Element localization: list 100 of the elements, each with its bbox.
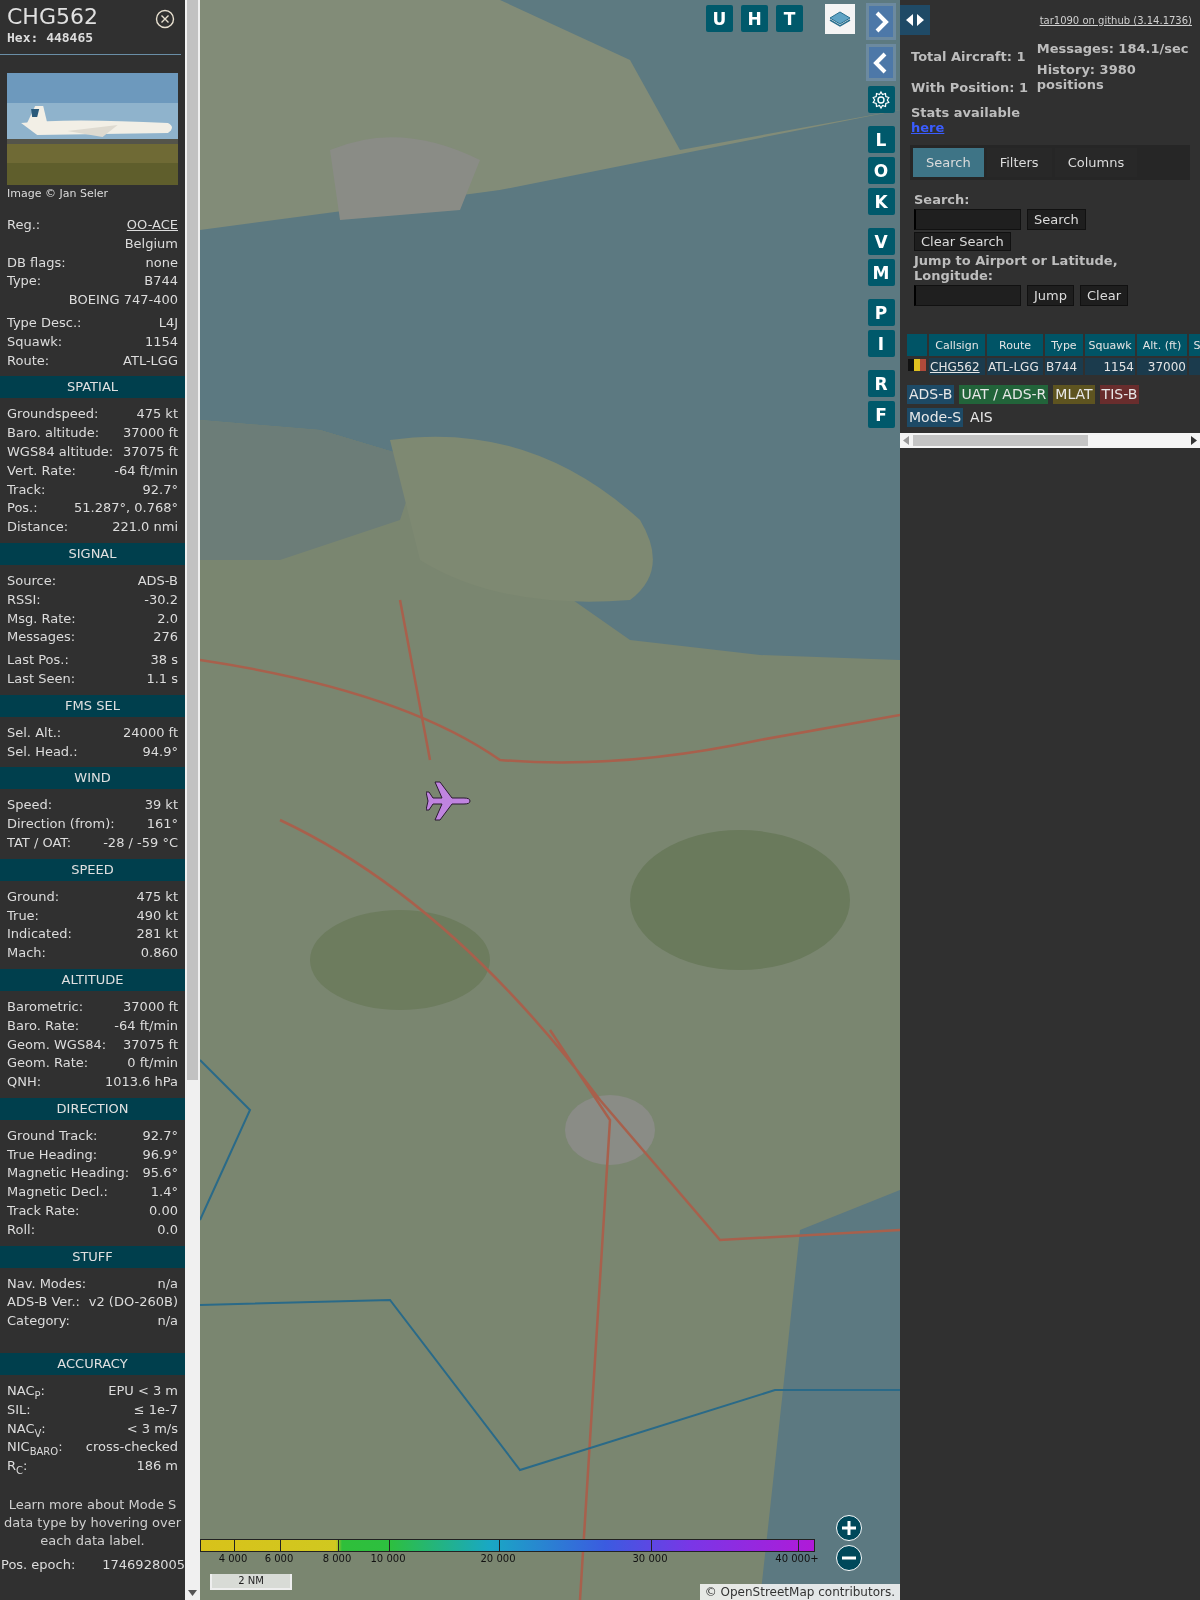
field-label: Category: xyxy=(7,1312,70,1331)
callsign-link[interactable]: CHG562 xyxy=(929,358,985,375)
field-label: Magnetic Heading: xyxy=(7,1164,130,1183)
field-label: Mach: xyxy=(7,944,46,963)
search-field[interactable] xyxy=(914,209,1021,230)
map-button[interactable]: T xyxy=(776,5,803,32)
expand-button[interactable] xyxy=(866,3,896,40)
map-button[interactable]: R xyxy=(867,370,895,397)
field-value: 276 xyxy=(153,628,178,647)
field-value: 1746928005 xyxy=(102,1556,185,1575)
scrollbar[interactable] xyxy=(900,433,1200,448)
field-label: NAC$_{P}$: xyxy=(7,1382,45,1401)
field-label: Nav. Modes: xyxy=(7,1274,87,1293)
collapse-button[interactable] xyxy=(866,44,896,81)
registration-link[interactable]: OO-ACE xyxy=(126,216,178,235)
field-value: 490 kt xyxy=(136,906,178,925)
field-value: 281 kt xyxy=(136,925,178,944)
airplane-icon[interactable] xyxy=(426,780,472,822)
map-button[interactable]: M xyxy=(867,259,895,286)
map-button[interactable]: L xyxy=(867,126,895,153)
field-value: v2 (DO-260B) xyxy=(88,1293,178,1312)
field-value: -28 / -59 °C xyxy=(103,833,178,852)
clear-button[interactable]: Clear xyxy=(1080,285,1128,306)
field-value: ADS-B xyxy=(137,571,178,590)
field-label: Track: xyxy=(7,480,46,499)
field-label: Magnetic Decl.: xyxy=(7,1183,108,1202)
map-button[interactable]: H xyxy=(741,5,768,32)
field-label: Sel. Head.: xyxy=(7,742,78,761)
field-value: 1.4° xyxy=(150,1183,178,1202)
field-value: 186 m xyxy=(136,1457,178,1476)
field-value: 0.00 xyxy=(149,1202,178,1221)
settings-icon xyxy=(871,89,891,110)
field-label: Type Desc.: xyxy=(7,314,82,332)
field-value: -64 ft/min xyxy=(114,461,178,480)
field-value: L4J xyxy=(158,314,178,332)
clear-search-button[interactable]: Clear Search xyxy=(914,232,1011,251)
settings-button[interactable] xyxy=(867,86,895,113)
stat-text: Messages: 184.1/sec xyxy=(1036,41,1190,56)
map-button[interactable]: U xyxy=(706,5,733,32)
field-value: B744 xyxy=(144,272,178,291)
field-value: 94.9° xyxy=(142,742,178,761)
field-label: Speed: xyxy=(7,796,53,815)
column-header[interactable]: Alt. (ft) xyxy=(1137,334,1187,356)
jump-field[interactable] xyxy=(914,285,1021,306)
source-tag: ADS-B xyxy=(907,385,955,404)
field-label: Baro. altitude: xyxy=(7,424,100,443)
map-button[interactable]: F xyxy=(867,401,895,428)
scroll-arrow-icon[interactable] xyxy=(188,1590,197,1596)
field-label: QNH: xyxy=(7,1073,42,1092)
stat-text: Total Aircraft: 1 xyxy=(911,49,1027,64)
legend-label: 20 000 xyxy=(480,1553,516,1564)
field-value: 0.860 xyxy=(140,944,178,963)
field-label: Msg. Rate: xyxy=(7,609,76,628)
github-link[interactable]: tar1090 on github (3.14.1736) xyxy=(1039,15,1192,26)
field-label: Ground: xyxy=(7,887,60,906)
field-value: cross-checked xyxy=(85,1438,178,1457)
tab[interactable]: Search xyxy=(913,148,984,177)
column-header[interactable]: Route xyxy=(987,334,1043,356)
field-label: Pos. epoch: xyxy=(1,1556,76,1575)
map-button[interactable]: O xyxy=(867,157,895,184)
field-value: 24000 ft xyxy=(123,723,178,742)
field-label: Geom. WGS84: xyxy=(7,1035,107,1054)
source-tag: Mode-S xyxy=(907,408,964,427)
stat-text: History: 3980 positions xyxy=(1036,62,1137,92)
legend-label: 10 000 xyxy=(370,1553,406,1564)
scroll-arrow-icon[interactable] xyxy=(1191,436,1197,445)
map-button[interactable]: I xyxy=(867,330,895,357)
panel-toggle-button[interactable] xyxy=(900,5,930,35)
field-value: 37075 ft xyxy=(123,1035,178,1054)
field-label: DB flags: xyxy=(7,253,66,272)
search-label: Search: xyxy=(914,192,971,207)
scale-bar: 2 NM xyxy=(210,1574,292,1590)
field-value: 0.0 xyxy=(157,1220,178,1239)
field-label: Barometric: xyxy=(7,997,84,1016)
plus-icon xyxy=(841,1520,857,1536)
field-label: Track Rate: xyxy=(7,1202,80,1221)
layers-button[interactable] xyxy=(825,4,855,34)
map-button[interactable]: P xyxy=(867,299,895,326)
source-tag: AIS xyxy=(968,408,995,427)
scrollbar[interactable] xyxy=(185,0,200,1600)
map-button[interactable]: K xyxy=(867,188,895,215)
source-tag: TIS-B xyxy=(1099,385,1140,404)
column-header[interactable]: Type xyxy=(1045,334,1083,356)
map-button[interactable]: V xyxy=(867,228,895,255)
section-header: WIND xyxy=(0,767,185,790)
table-cell: ATL-LGG xyxy=(987,358,1043,375)
column-header[interactable]: Squawk xyxy=(1085,334,1135,356)
table-cell: 1154 xyxy=(1085,358,1135,375)
field-value: 475 kt xyxy=(136,887,178,906)
field-label: True Heading: xyxy=(7,1145,98,1164)
field-value: -64 ft/min xyxy=(114,1016,178,1035)
close-icon[interactable] xyxy=(155,9,175,29)
column-header[interactable]: Callsign xyxy=(929,334,985,356)
field-value: 161° xyxy=(146,815,178,834)
jump-button[interactable]: Jump xyxy=(1027,285,1074,306)
search-button[interactable]: Search xyxy=(1027,209,1086,230)
field-value: 1.1 s xyxy=(146,669,178,688)
column-header[interactable]: S xyxy=(1189,334,1200,356)
header-cell xyxy=(907,334,927,356)
field-label: Type: xyxy=(7,272,42,291)
